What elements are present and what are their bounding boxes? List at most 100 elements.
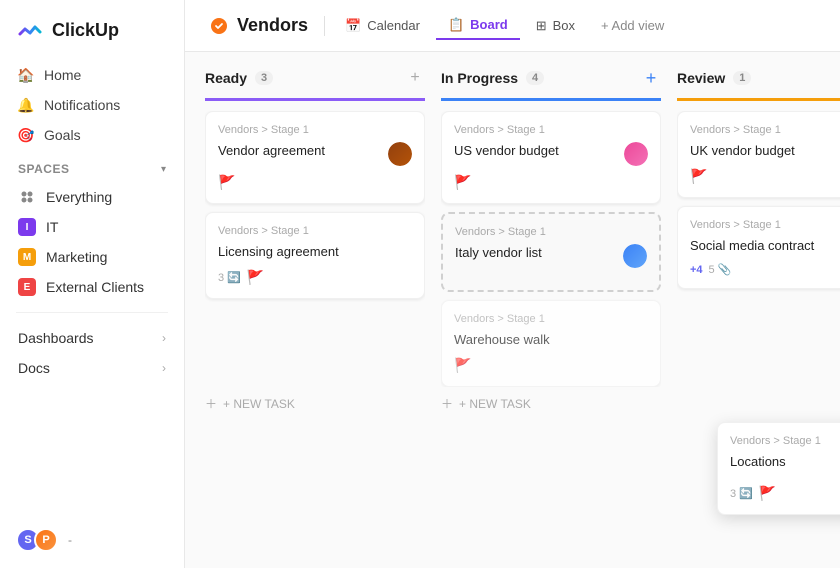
card-italy-vendor-list-avatar (623, 244, 647, 268)
topbar-divider (324, 16, 325, 36)
board-view-button[interactable]: 📋 Board (436, 12, 520, 40)
card-licensing-agreement-path: Vendors > Stage 1 (218, 225, 412, 237)
sidebar-item-it[interactable]: I IT (8, 212, 176, 242)
card-uk-vendor-budget-footer: 🚩 (690, 168, 840, 185)
column-review: Review 1 + Vendors > Stage 1 UK vendor b… (677, 68, 840, 420)
card-uk-vendor-budget[interactable]: Vendors > Stage 1 UK vendor budget 🚩 (677, 111, 840, 198)
flag-yellow-walk-icon: 🚩 (454, 357, 471, 374)
board: Ready 3 + Vendors > Stage 1 Vendor agree… (185, 52, 840, 436)
card-us-vendor-budget[interactable]: Vendors > Stage 1 US vendor budget 🚩 (441, 111, 661, 204)
column-ready-add-button[interactable]: + (405, 68, 425, 88)
column-review-title: Review (677, 70, 725, 86)
floating-card-locations[interactable]: Vendors > Stage 1 Locations 3 🔄 🚩 (717, 422, 840, 515)
logo-area: ClickUp (0, 16, 184, 60)
column-inprogress-title: In Progress (441, 70, 518, 86)
sidebar-item-goals[interactable]: 🎯 Goals (8, 120, 176, 150)
sidebar-item-docs-label: Docs (18, 360, 50, 376)
home-icon: 🏠 (18, 67, 34, 83)
sidebar-item-marketing[interactable]: M Marketing (8, 242, 176, 272)
sidebar-item-everything-label: Everything (46, 189, 112, 205)
card-vendor-agreement-avatar (388, 142, 412, 166)
floating-card-footer: 3 🔄 🚩 (730, 485, 840, 502)
sidebar-item-home[interactable]: 🏠 Home (8, 60, 176, 90)
card-us-vendor-budget-avatar (624, 142, 648, 166)
avatar-group: S P (16, 528, 58, 552)
card-italy-vendor-list-path: Vendors > Stage 1 (455, 226, 647, 238)
box-icon: ⊞ (536, 18, 547, 34)
goals-icon: 🎯 (18, 127, 34, 143)
sidebar-item-everything[interactable]: Everything (8, 182, 176, 212)
spaces-chevron-icon[interactable]: ▾ (161, 164, 166, 175)
flag-yellow-icon: 🚩 (218, 174, 235, 191)
column-review-count: 1 (733, 71, 751, 85)
card-social-media-contract-path: Vendors > Stage 1 (690, 219, 840, 231)
user-avatar-p[interactable]: P (34, 528, 58, 552)
card-warehouse-walk-title: Warehouse walk (454, 331, 648, 349)
flag-red-icon: 🚩 (454, 174, 471, 191)
board-icon: 📋 (448, 17, 464, 33)
sidebar-divider (16, 312, 168, 313)
card-us-vendor-budget-title: US vendor budget (454, 142, 616, 160)
sidebar-item-home-label: Home (44, 67, 81, 83)
sidebar-item-docs[interactable]: Docs › (8, 353, 176, 383)
floating-flag-icon: 🚩 (759, 485, 776, 502)
flag-green-icon: 🚩 (247, 269, 264, 286)
floating-card-top: Locations (730, 453, 840, 477)
docs-chevron-icon: › (162, 361, 166, 375)
board-wrapper: Ready 3 + Vendors > Stage 1 Vendor agree… (185, 52, 840, 568)
calendar-view-button[interactable]: 📅 Calendar (333, 13, 432, 39)
box-view-button[interactable]: ⊞ Box (524, 13, 587, 39)
card-social-media-attach: 5 📎 (709, 263, 732, 276)
card-social-media-meta: +4 (690, 264, 703, 276)
card-vendor-agreement-title: Vendor agreement (218, 142, 380, 160)
card-vendor-agreement-path: Vendors > Stage 1 (218, 124, 412, 136)
card-licensing-agreement-title: Licensing agreement (218, 243, 412, 261)
new-task-inprogress-button[interactable]: ＋ + NEW TASK (441, 387, 661, 420)
sidebar-item-external-clients[interactable]: E External Clients (8, 272, 176, 302)
column-review-header: Review 1 + (677, 68, 840, 101)
sidebar-sections: Dashboards › Docs › (0, 323, 184, 383)
add-view-button[interactable]: + Add view (591, 13, 674, 38)
new-task-ready-button[interactable]: ＋ + NEW TASK (205, 387, 425, 420)
sidebar-item-dashboards[interactable]: Dashboards › (8, 323, 176, 353)
card-us-vendor-budget-path: Vendors > Stage 1 (454, 124, 648, 136)
card-warehouse-walk[interactable]: Vendors > Stage 1 Warehouse walk 🚩 (441, 300, 661, 387)
card-vendor-agreement-footer: 🚩 (218, 174, 412, 191)
card-social-media-contract-top: Social media contract (690, 237, 840, 255)
column-inprogress-add-button[interactable]: + (641, 68, 661, 88)
page-title: Vendors (237, 15, 308, 36)
sidebar-item-notifications[interactable]: 🔔 Notifications (8, 90, 176, 120)
sidebar-item-goals-label: Goals (44, 127, 81, 143)
spaces-header: Spaces ▾ (0, 150, 184, 182)
new-task-inprogress-plus: ＋ (441, 395, 453, 412)
sidebar-nav: 🏠 Home 🔔 Notifications 🎯 Goals (0, 60, 184, 150)
column-inprogress-count: 4 (526, 71, 544, 85)
floating-card-meta: 3 🔄 (730, 487, 753, 500)
card-social-media-contract-footer: +4 5 📎 (690, 263, 840, 276)
sidebar-item-notifications-label: Notifications (44, 97, 120, 113)
card-italy-vendor-list[interactable]: Vendors > Stage 1 Italy vendor list (441, 212, 661, 292)
card-us-vendor-budget-footer: 🚩 (454, 174, 648, 191)
card-warehouse-walk-footer: 🚩 (454, 357, 648, 374)
column-ready: Ready 3 + Vendors > Stage 1 Vendor agree… (205, 68, 425, 420)
new-task-ready-plus: ＋ (205, 395, 217, 412)
clickup-logo-icon (16, 16, 44, 44)
sidebar: ClickUp 🏠 Home 🔔 Notifications 🎯 Goals S… (0, 0, 185, 568)
floating-card-path: Vendors > Stage 1 (730, 435, 840, 447)
card-social-media-contract[interactable]: Vendors > Stage 1 Social media contract … (677, 206, 840, 289)
sidebar-item-marketing-label: Marketing (46, 249, 107, 265)
card-licensing-agreement[interactable]: Vendors > Stage 1 Licensing agreement 3 … (205, 212, 425, 299)
sidebar-bottom: S P - (0, 528, 184, 552)
dashboards-chevron-icon: › (162, 331, 166, 345)
card-licensing-agreement-footer: 3 🔄 🚩 (218, 269, 412, 286)
card-vendor-agreement[interactable]: Vendors > Stage 1 Vendor agreement 🚩 (205, 111, 425, 204)
column-inprogress: In Progress 4 + Vendors > Stage 1 US ven… (441, 68, 661, 420)
column-inprogress-header: In Progress 4 + (441, 68, 661, 101)
card-us-vendor-budget-top: US vendor budget (454, 142, 648, 166)
card-warehouse-walk-path: Vendors > Stage 1 (454, 313, 648, 325)
column-review-cards: Vendors > Stage 1 UK vendor budget 🚩 Ven… (677, 111, 840, 420)
bell-icon: 🔔 (18, 97, 34, 113)
main-content: Vendors 📅 Calendar 📋 Board ⊞ Box + Add v… (185, 0, 840, 568)
refresh-icon: 3 🔄 (218, 271, 241, 284)
external-space-icon: E (18, 278, 36, 296)
